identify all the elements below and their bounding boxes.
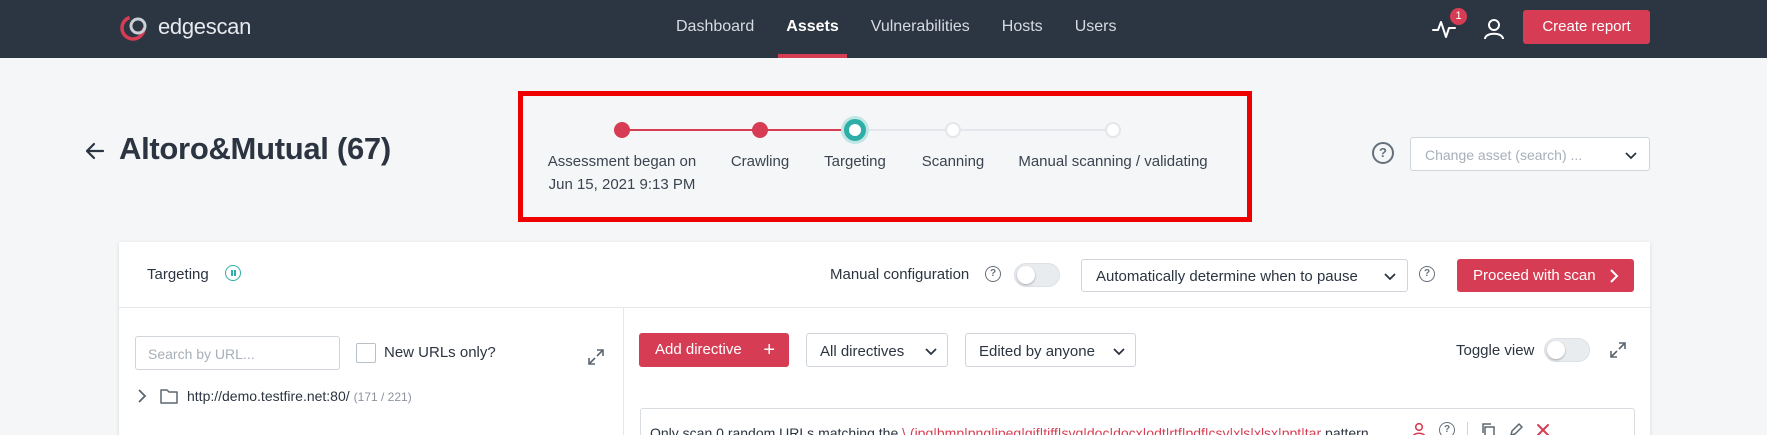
panel-divider xyxy=(623,308,624,435)
pause-mode-help-icon[interactable]: ? xyxy=(1419,266,1435,282)
action-divider xyxy=(1467,422,1468,435)
targeting-card-header: Targeting Manual configuration ? Automat… xyxy=(119,242,1650,308)
chevron-down-icon xyxy=(1113,348,1125,356)
plus-icon: + xyxy=(763,339,775,361)
notification-badge: 1 xyxy=(1450,8,1467,25)
chevron-down-icon xyxy=(1384,273,1396,281)
pause-icon[interactable] xyxy=(225,265,241,281)
step-dot-targeting xyxy=(844,119,866,141)
help-icon[interactable]: ? xyxy=(1372,142,1394,164)
proceed-with-scan-button[interactable]: Proceed with scan xyxy=(1457,259,1634,292)
directive-text: Only scan 0 random URLs matching the \.(… xyxy=(650,425,1369,435)
folder-icon xyxy=(160,389,178,404)
create-report-button[interactable]: Create report xyxy=(1523,10,1650,44)
toggle-view-switch[interactable] xyxy=(1544,338,1590,362)
add-directive-label: Add directive xyxy=(655,341,742,358)
directive-row[interactable]: Only scan 0 random URLs matching the \.(… xyxy=(640,408,1635,435)
step-label-manual-scanning: Manual scanning / validating xyxy=(1018,153,1208,170)
delete-x-icon[interactable] xyxy=(1536,423,1550,435)
editor-filter-value: Edited by anyone xyxy=(979,343,1095,360)
targeting-card: Targeting Manual configuration ? Automat… xyxy=(119,242,1650,435)
directive-filter-select[interactable]: All directives xyxy=(806,333,948,367)
step-dot-scanning xyxy=(945,122,961,138)
pause-mode-select[interactable]: Automatically determine when to pause xyxy=(1081,259,1408,292)
url-search-placeholder: Search by URL... xyxy=(148,346,255,362)
chevron-right-icon xyxy=(1610,269,1619,283)
editor-filter-select[interactable]: Edited by anyone xyxy=(965,333,1136,367)
tree-item-url-text: http://demo.testfire.net:80/ xyxy=(187,388,350,404)
copy-icon[interactable] xyxy=(1480,422,1496,435)
change-asset-select[interactable]: Change asset (search) ... xyxy=(1410,137,1650,171)
manual-configuration-help-icon[interactable]: ? xyxy=(985,266,1001,282)
step-connector xyxy=(855,129,953,131)
targeting-title: Targeting xyxy=(147,266,209,283)
directive-prefix: Only scan 0 random URLs matching the xyxy=(650,425,903,435)
nav-users[interactable]: Users xyxy=(1059,0,1133,58)
chevron-down-icon xyxy=(1625,152,1637,160)
directive-row-actions: ? xyxy=(1411,422,1550,435)
edgescan-logo[interactable]: edgescan xyxy=(118,11,251,43)
step-label-targeting: Targeting xyxy=(824,153,886,170)
asset-title: Altoro&Mutual (67) xyxy=(119,131,391,166)
step-label-date: Jun 15, 2021 9:13 PM xyxy=(548,176,696,193)
nav-hosts[interactable]: Hosts xyxy=(986,0,1059,58)
step-label-line: Assessment began on xyxy=(547,153,697,170)
nav-assets[interactable]: Assets xyxy=(770,0,854,58)
new-urls-only-checkbox[interactable] xyxy=(356,343,376,363)
directive-filter-value: All directives xyxy=(820,343,905,360)
change-asset-placeholder: Change asset (search) ... xyxy=(1425,147,1583,163)
tree-item-count: (171 / 221) xyxy=(353,390,412,404)
logo-text: edgescan xyxy=(158,14,252,39)
directive-suffix: pattern xyxy=(1321,425,1369,435)
step-label-assessment: Assessment began on Jun 15, 2021 9:13 PM xyxy=(547,150,697,196)
manual-configuration-label: Manual configuration xyxy=(830,266,970,283)
pause-mode-value: Automatically determine when to pause xyxy=(1096,268,1358,285)
chevron-down-icon xyxy=(925,348,937,356)
top-icons: 1 xyxy=(1430,8,1508,48)
add-directive-button[interactable]: Add directive + xyxy=(639,333,789,367)
expand-icon[interactable] xyxy=(587,348,605,366)
edit-pencil-icon[interactable] xyxy=(1508,422,1524,435)
step-connector xyxy=(760,129,855,131)
directive-help-icon[interactable]: ? xyxy=(1439,422,1455,435)
expand-icon[interactable] xyxy=(1609,341,1627,359)
chevron-right-icon[interactable] xyxy=(136,388,148,404)
step-label-scanning: Scanning xyxy=(921,153,985,170)
user-edited-icon xyxy=(1412,422,1426,435)
new-urls-only-label: New URLs only? xyxy=(384,344,496,361)
manual-configuration-toggle[interactable] xyxy=(1014,263,1060,287)
step-connector xyxy=(622,129,760,131)
step-label-crawling: Crawling xyxy=(730,153,790,170)
edgescan-logo-icon xyxy=(120,15,147,41)
url-search-input[interactable]: Search by URL... xyxy=(135,336,340,370)
step-dot-manual-scanning xyxy=(1105,122,1121,138)
directive-pattern: \.(jpg|bmp|png|jpeg|gif|tiff|svg|doc|doc… xyxy=(902,425,1322,435)
proceed-label: Proceed with scan xyxy=(1473,267,1596,284)
main-nav: Dashboard Assets Vulnerabilities Hosts U… xyxy=(660,0,1132,58)
tree-item-url[interactable]: http://demo.testfire.net:80/(171 / 221) xyxy=(187,388,412,404)
step-dot-assessment xyxy=(614,122,630,138)
step-dot-crawling xyxy=(752,122,768,138)
activity-button[interactable]: 1 xyxy=(1430,8,1467,43)
user-profile-button[interactable] xyxy=(1480,15,1508,43)
top-navigation-bar: edgescan Dashboard Assets Vulnerabilitie… xyxy=(0,0,1767,58)
back-arrow-icon[interactable] xyxy=(84,140,106,162)
step-connector xyxy=(953,129,1113,131)
nav-dashboard[interactable]: Dashboard xyxy=(660,0,770,58)
user-icon xyxy=(1484,19,1504,40)
toggle-view-label: Toggle view xyxy=(1456,342,1535,359)
nav-vulnerabilities[interactable]: Vulnerabilities xyxy=(855,0,986,58)
